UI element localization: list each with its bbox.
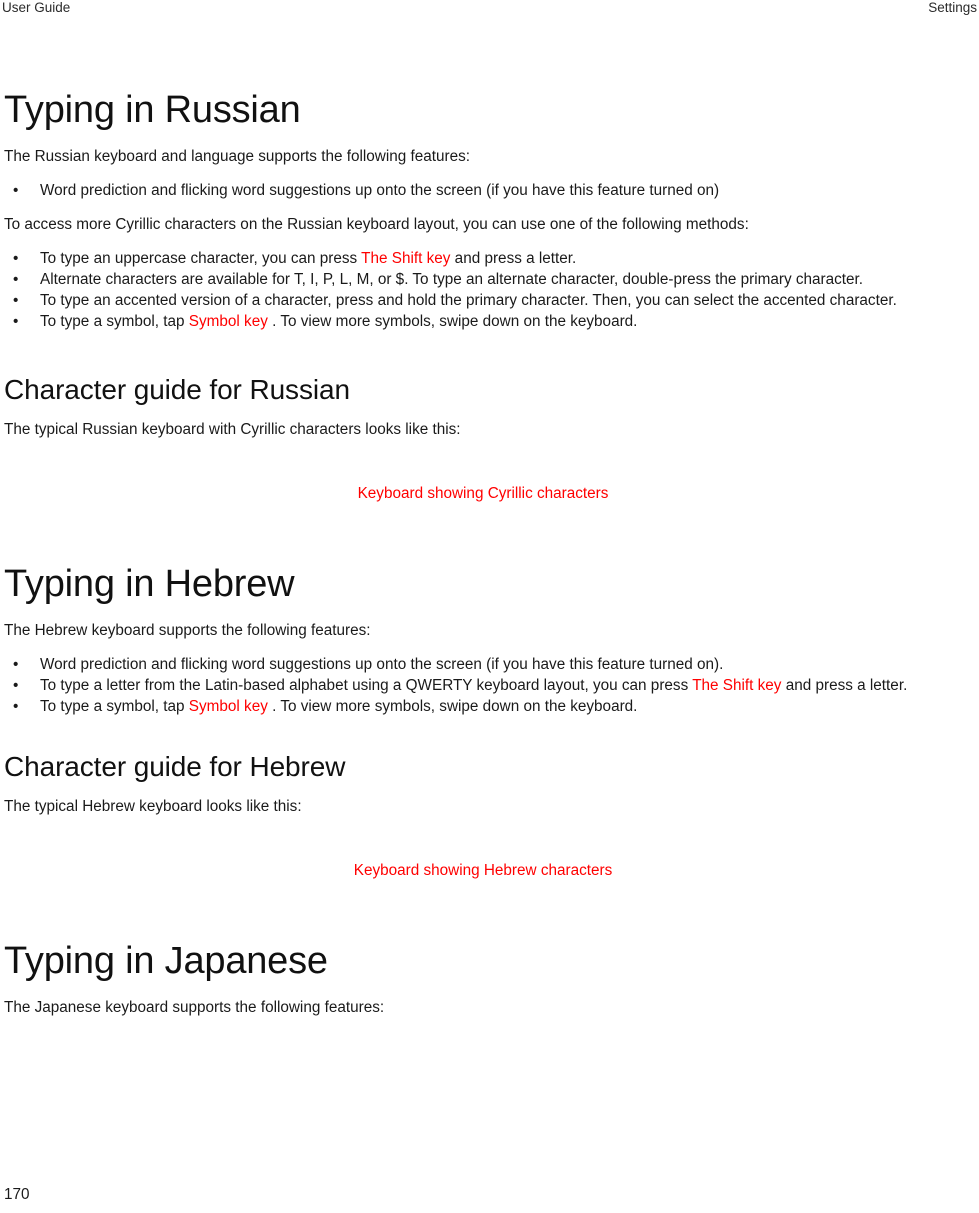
- heading-typing-in-russian: Typing in Russian: [4, 89, 301, 131]
- russian-methods-intro-paragraph: To access more Cyrillic characters on th…: [4, 216, 749, 233]
- hebrew-intro-paragraph: The Hebrew keyboard supports the followi…: [4, 622, 371, 639]
- list-item-text-post: . To view more symbols, swipe down on th…: [267, 313, 638, 330]
- heading-character-guide-russian: Character guide for Russian: [4, 374, 350, 405]
- list-item: Word prediction and flicking word sugges…: [4, 654, 962, 675]
- figure-alt-hebrew-keyboard: Keyboard showing Hebrew characters: [353, 862, 613, 879]
- list-item-text-pre: To type an accented version of a charact…: [40, 292, 897, 309]
- figure-alt-cyrillic-keyboard: Keyboard showing Cyrillic characters: [357, 485, 609, 502]
- list-item-text-pre: To type a letter from the Latin-based al…: [40, 677, 693, 694]
- page-number: 170: [4, 1186, 30, 1203]
- figure-spacer-top: [4, 453, 962, 483]
- document-content: Typing in Russian The Russian keyboard a…: [4, 88, 962, 1031]
- heading-typing-in-hebrew: Typing in Hebrew: [4, 563, 295, 605]
- heading-character-guide-hebrew: Character guide for Hebrew: [4, 751, 346, 782]
- list-item: To type a symbol, tap Symbol key . To vi…: [4, 311, 962, 332]
- list-item: Word prediction and flicking word sugges…: [4, 180, 962, 201]
- list-item: To type an uppercase character, you can …: [4, 248, 962, 269]
- heading-typing-in-japanese: Typing in Japanese: [4, 940, 328, 982]
- running-header-right: Settings: [928, 0, 977, 15]
- list-item-text-pre: To type a symbol, tap: [40, 698, 189, 715]
- figure-spacer-bottom: [4, 881, 962, 911]
- hebrew-guide-intro-paragraph: The typical Hebrew keyboard looks like t…: [4, 798, 302, 815]
- running-header: User Guide Settings: [0, 0, 979, 24]
- list-item-text-pre: To type an uppercase character, you can …: [40, 250, 362, 267]
- shift-key-alt-text: The Shift key: [692, 677, 782, 694]
- symbol-key-alt-text: Symbol key: [188, 313, 268, 330]
- list-item-text-pre: Alternate characters are available for T…: [40, 271, 864, 288]
- list-item: To type a symbol, tap Symbol key . To vi…: [4, 696, 962, 717]
- list-item-text-post: and press a letter.: [450, 250, 577, 267]
- russian-methods-list: To type an uppercase character, you can …: [4, 248, 962, 332]
- japanese-intro-paragraph: The Japanese keyboard supports the follo…: [4, 999, 385, 1016]
- list-item-text-pre: To type a symbol, tap: [40, 313, 189, 330]
- list-item-text-pre: Word prediction and flicking word sugges…: [40, 656, 724, 673]
- list-item-text-post: and press a letter.: [781, 677, 908, 694]
- symbol-key-alt-text: Symbol key: [188, 698, 268, 715]
- russian-intro-paragraph: The Russian keyboard and language suppor…: [4, 148, 471, 165]
- shift-key-alt-text: The Shift key: [361, 250, 451, 267]
- list-item: To type a letter from the Latin-based al…: [4, 675, 962, 696]
- figure-spacer-bottom: [4, 504, 962, 534]
- hebrew-features-list: Word prediction and flicking word sugges…: [4, 654, 962, 717]
- document-page: User Guide Settings Typing in Russian Th…: [0, 0, 979, 1213]
- list-item: To type an accented version of a charact…: [4, 290, 962, 311]
- running-header-left: User Guide: [2, 0, 71, 15]
- list-item-text-post: . To view more symbols, swipe down on th…: [267, 698, 638, 715]
- list-item: Alternate characters are available for T…: [4, 269, 962, 290]
- russian-features-list: Word prediction and flicking word sugges…: [4, 180, 962, 201]
- russian-guide-intro-paragraph: The typical Russian keyboard with Cyrill…: [4, 421, 461, 438]
- figure-spacer-top: [4, 830, 962, 860]
